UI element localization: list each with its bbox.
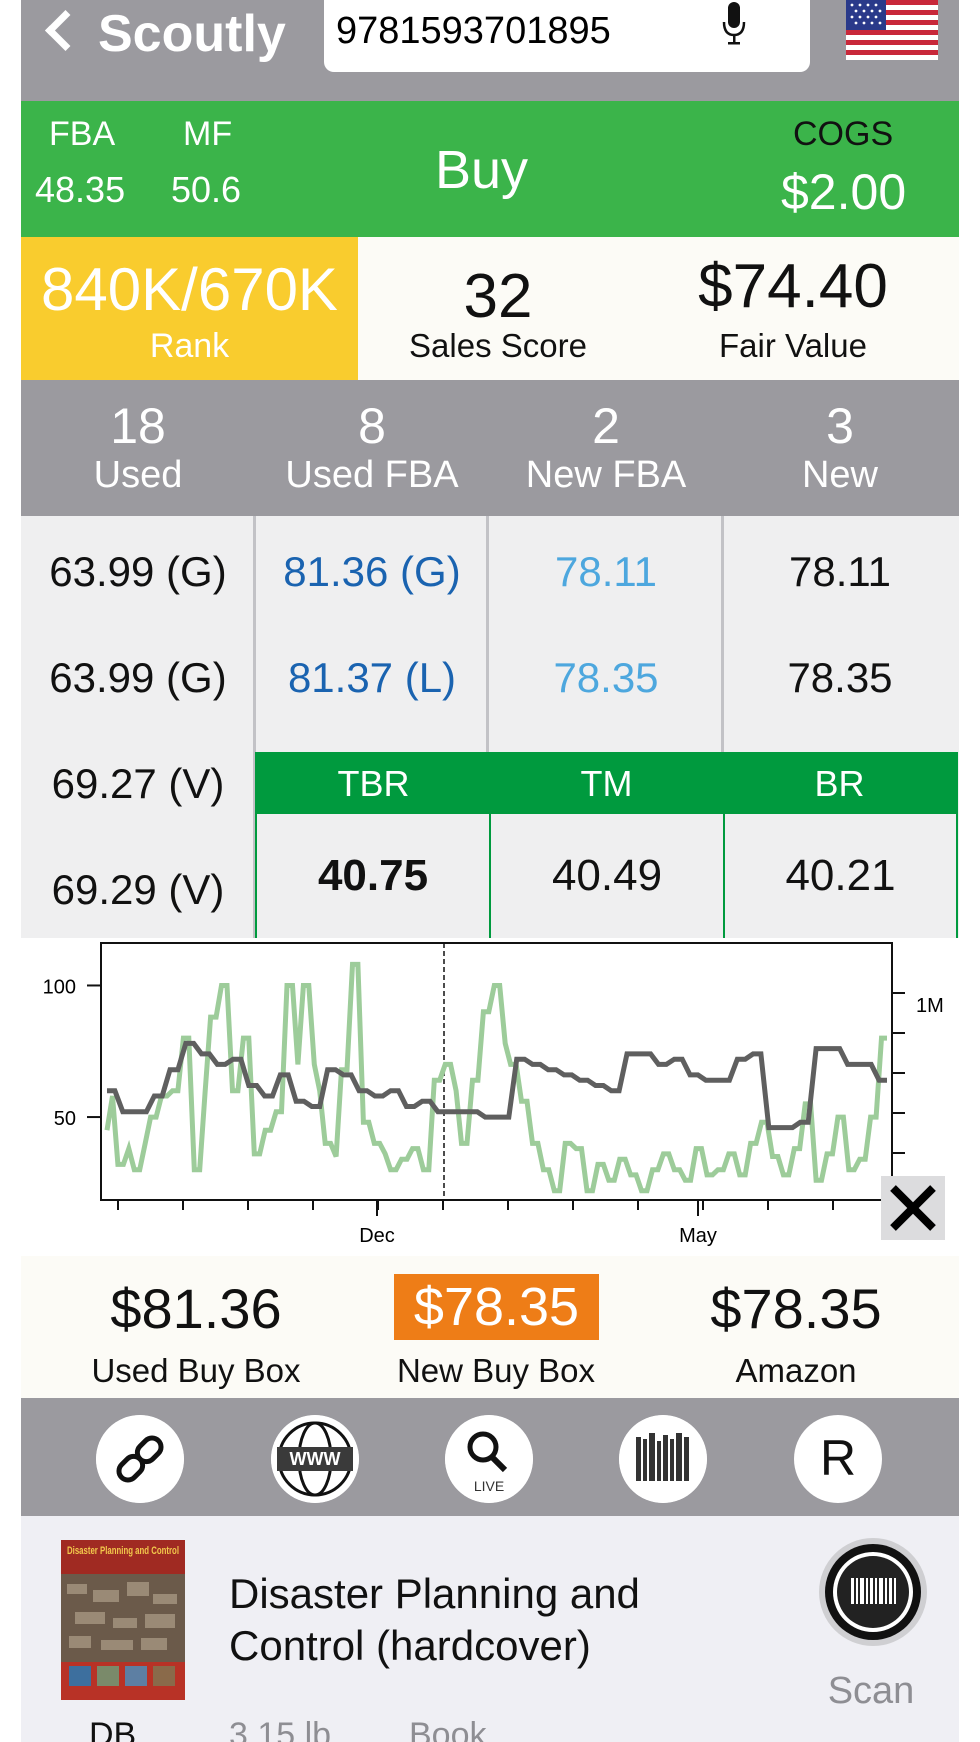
close-chart-icon[interactable]	[881, 1176, 945, 1240]
used-fba-price[interactable]: 81.37 (L)	[255, 654, 489, 702]
used-fba-price[interactable]: 81.36 (G)	[255, 548, 489, 596]
cogs-value[interactable]: $2.00	[781, 163, 906, 221]
r-button[interactable]: R	[794, 1415, 882, 1503]
book-cover-image: Disaster Planning and Control	[61, 1540, 185, 1700]
new-fba-price[interactable]: 78.35	[489, 654, 723, 702]
new-price[interactable]: 78.35	[723, 654, 957, 702]
scan-label[interactable]: Scan	[801, 1670, 941, 1713]
books-icon[interactable]	[619, 1415, 707, 1503]
chevron-left-icon	[44, 9, 87, 52]
trade-value-tbr[interactable]: 40.75	[257, 814, 489, 938]
fba-label: FBA	[49, 115, 116, 153]
used-buy-box-label: Used Buy Box	[91, 1352, 301, 1389]
used-buy-box-value: $81.36	[110, 1277, 282, 1340]
y-right-tick-label: 1M	[916, 995, 944, 1017]
amazon-label: Amazon	[735, 1352, 857, 1389]
offer-label: New	[801, 454, 879, 496]
web-globe-icon[interactable]: WWW	[271, 1415, 359, 1503]
price-grid: 63.99 (G) 63.99 (G) 69.27 (V) 69.29 (V) …	[21, 516, 959, 938]
offer-used[interactable]: 18 Used	[21, 400, 255, 498]
cover-title: Disaster Planning and Control	[67, 1545, 179, 1557]
new-buy-box-value: $78.35	[394, 1274, 599, 1340]
live-search-icon[interactable]: LIVE	[445, 1415, 533, 1503]
book-cover[interactable]: Disaster Planning and Control	[61, 1540, 185, 1700]
app-name: Scoutly	[98, 5, 286, 63]
x-tick-label: Dec	[359, 1225, 395, 1247]
offer-counts: 18 Used 8 Used FBA 2 New FBA 3 New	[21, 380, 959, 516]
live-text: LIVE	[474, 1478, 504, 1494]
rank-label: Rank	[149, 327, 230, 365]
fair-value: $74.40	[698, 252, 888, 321]
link-icon[interactable]	[96, 1415, 184, 1503]
offer-used-fba[interactable]: 8 Used FBA	[255, 400, 489, 498]
offer-new[interactable]: 3 New	[723, 400, 957, 498]
trade-value-br[interactable]: 40.21	[725, 814, 956, 938]
used-price[interactable]: 69.27 (V)	[21, 760, 255, 808]
app-frame: Scoutly FBA 48.35 MF 50.6	[21, 0, 959, 1742]
amazon-value: $78.35	[710, 1277, 882, 1340]
offer-count: 2	[592, 398, 620, 454]
scoutly-screen: Scoutly FBA 48.35 MF 50.6	[0, 0, 980, 1742]
rank-box: 840K/670K Rank	[21, 237, 358, 380]
product-category: Book	[409, 1716, 487, 1742]
offer-count: 8	[358, 398, 386, 454]
fair-value-label: Fair Value	[719, 327, 867, 364]
mf-label: MF	[183, 115, 233, 153]
header-bar: Scoutly	[21, 0, 959, 101]
new-buy-box-label: New Buy Box	[396, 1352, 596, 1389]
trade-in-table: TBR TM BR 40.75 40.49 40.21	[255, 752, 958, 938]
www-text: WWW	[290, 1449, 341, 1469]
new-fba-price[interactable]: 78.11	[489, 548, 723, 596]
offer-new-fba[interactable]: 2 New FBA	[489, 400, 723, 498]
barcode-scan-icon[interactable]	[817, 1536, 929, 1648]
offer-label: New FBA	[525, 454, 687, 496]
rank-value: 840K/670K	[41, 256, 338, 323]
offer-count: 3	[826, 398, 854, 454]
x-tick-label: May	[679, 1225, 717, 1247]
us-flag-icon[interactable]	[846, 0, 938, 60]
new-price[interactable]: 78.11	[723, 548, 957, 596]
y-tick-label: 100	[43, 976, 76, 998]
r-circle: R	[794, 1415, 882, 1503]
trade-value-tm[interactable]: 40.49	[491, 814, 723, 938]
product-code: DB	[89, 1716, 137, 1742]
plot-frame	[100, 942, 893, 1201]
trade-header-br: BR	[723, 754, 956, 814]
sales-score-label: Sales Score	[409, 327, 587, 364]
product-weight: 3.15 lb	[229, 1716, 332, 1742]
product-panel: Disaster Planning and Control Disaster P…	[21, 1516, 959, 1742]
scores-box: 32 Sales Score $74.40 Fair Value	[358, 237, 959, 380]
trade-header-tbr: TBR	[257, 754, 490, 814]
verdict-label: Buy	[435, 140, 529, 200]
product-title[interactable]: Disaster Planning and Control (hardcover…	[229, 1568, 709, 1672]
history-chart: 100 50 1M Dec May	[43, 942, 944, 1247]
used-price[interactable]: 63.99 (G)	[21, 548, 255, 596]
mf-value: 50.6	[171, 169, 242, 210]
mic-icon[interactable]	[722, 2, 746, 46]
action-toolbar: WWW LIVE R	[21, 1398, 959, 1516]
search-box[interactable]	[324, 0, 810, 72]
fees-bar: FBA 48.35 MF 50.6 Buy COGS $2.00	[21, 101, 959, 237]
back-button[interactable]: Scoutly	[44, 4, 286, 64]
buy-box-row: $81.36 Used Buy Box $78.35 New Buy Box $…	[21, 1256, 959, 1398]
r-text: R	[820, 1430, 856, 1486]
trade-header-tm: TM	[490, 754, 723, 814]
price-rank-chart[interactable]: 100 50 1M Dec May	[21, 938, 959, 1256]
used-price[interactable]: 69.29 (V)	[21, 866, 255, 914]
fba-value: 48.35	[35, 169, 126, 210]
offer-label: Used	[93, 454, 183, 496]
offer-count: 18	[110, 398, 166, 454]
sales-score-value: 32	[463, 262, 533, 331]
cogs-label: COGS	[793, 115, 894, 153]
y-tick-label: 50	[54, 1108, 76, 1130]
used-price[interactable]: 63.99 (G)	[21, 654, 255, 702]
search-input[interactable]	[334, 6, 698, 56]
offer-label: Used FBA	[285, 454, 459, 496]
